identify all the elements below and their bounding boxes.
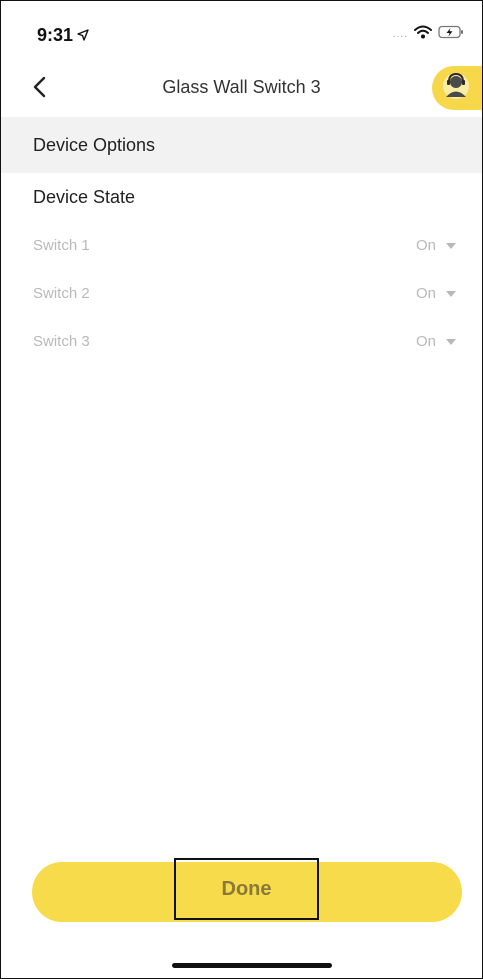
switch-row-2[interactable]: Switch 2 On: [1, 275, 482, 315]
status-time: 9:31: [37, 25, 74, 45]
device-options-header: Device Options: [1, 117, 482, 173]
dropdown-caret-icon: [446, 338, 456, 345]
device-options-title: Device Options: [33, 135, 156, 155]
switch-row-1[interactable]: Switch 1 On: [1, 227, 482, 267]
done-button-label[interactable]: Done: [174, 858, 319, 920]
device-options-screen: 9:31 .... Glass Wall Switch 3 Device Opt…: [0, 0, 483, 979]
switch-1-label: Switch 1: [33, 237, 90, 254]
navigation-header: Glass Wall Switch 3: [1, 63, 482, 115]
home-indicator: [172, 963, 332, 968]
dropdown-caret-icon: [446, 290, 456, 297]
status-time-group: 9:31: [37, 25, 89, 46]
battery-charging-icon: [438, 25, 464, 44]
switch-2-dropdown[interactable]: On: [416, 285, 456, 302]
support-button[interactable]: [432, 66, 482, 110]
switch-3-value: On: [415, 333, 436, 350]
signal-dots-icon: ....: [392, 29, 408, 40]
status-bar: 9:31 ....: [1, 1, 482, 61]
switch-1-dropdown[interactable]: On: [416, 237, 456, 254]
dropdown-caret-icon: [446, 242, 456, 249]
switch-1-value: On: [415, 237, 436, 254]
switch-3-label: Switch 3: [33, 333, 90, 350]
location-arrow-icon: [77, 25, 89, 46]
switch-3-dropdown[interactable]: On: [416, 333, 456, 350]
wifi-icon: [414, 25, 432, 44]
support-agent-icon: [441, 71, 471, 106]
switch-row-3[interactable]: Switch 3 On: [1, 323, 482, 363]
switch-2-label: Switch 2: [33, 285, 90, 302]
status-indicators: ....: [393, 25, 464, 44]
page-title: Glass Wall Switch 3: [162, 77, 321, 97]
device-state-title: Device State: [33, 187, 136, 207]
switch-2-value: On: [415, 285, 436, 302]
